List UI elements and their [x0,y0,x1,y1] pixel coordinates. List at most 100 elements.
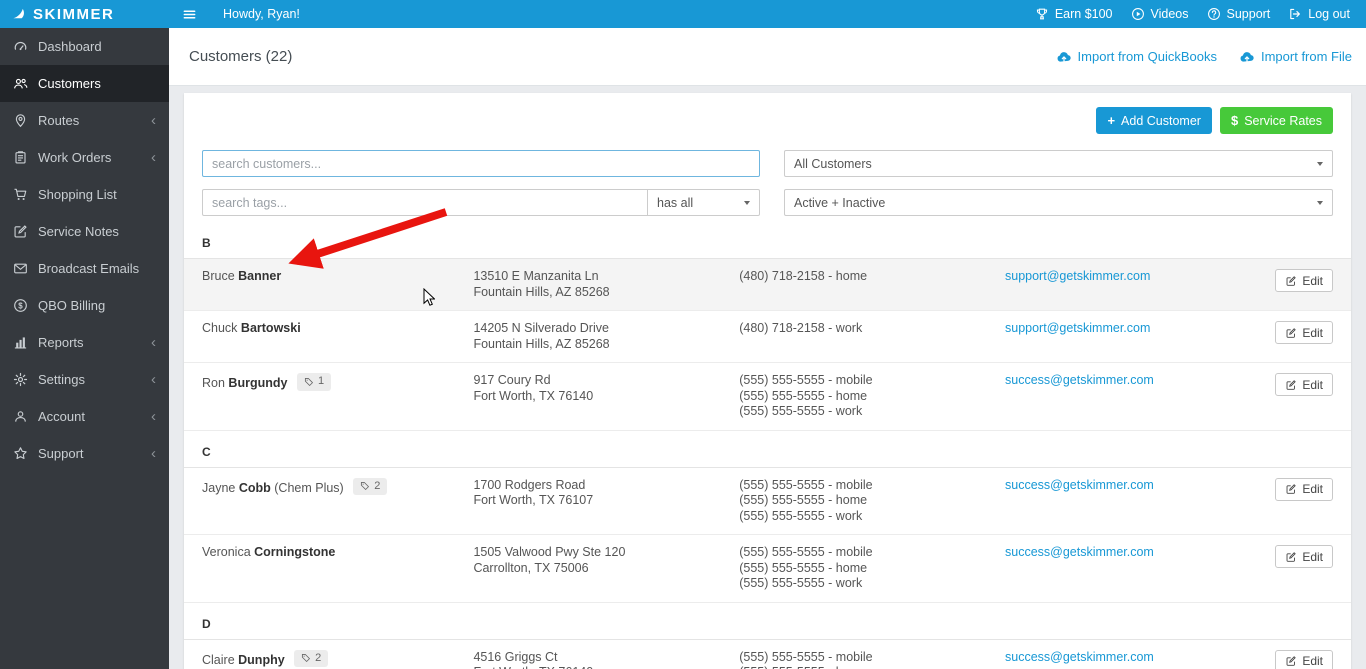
phone-line: (555) 555-5555 - mobile [739,477,873,492]
cloud-upload-icon [1239,49,1255,65]
customer-list: B Bruce Banner 13510 E Manzanita Ln Fount… [184,222,1351,669]
phone-line: (555) 555-5555 - mobile [739,649,873,664]
chevron-left-icon: ‹ [151,112,156,129]
search-tags-input[interactable] [202,189,648,216]
speedometer-icon [13,39,28,54]
topbar-link-label: Earn $100 [1054,7,1113,21]
edit-button-label: Edit [1302,325,1323,340]
add-customer-label: Add Customer [1121,113,1201,128]
app-logo[interactable]: SKIMMER [0,0,169,28]
tags-mode-value: has all [657,195,694,210]
topbar-link-videos[interactable]: Videos [1131,7,1189,21]
edit-customer-button[interactable]: Edit [1275,649,1333,669]
sidebar-item-label: Broadcast Emails [38,261,140,276]
import-from-file-link[interactable]: Import from File [1239,49,1352,65]
tags-mode-dropdown[interactable]: has all [647,189,760,216]
sidebar-item-label: Reports [38,335,84,350]
status-filter-select[interactable]: Active + Inactive [784,189,1333,216]
topbar-link-earn-100[interactable]: Earn $100 [1035,7,1113,21]
sidebar-item-reports[interactable]: Reports ‹ [0,324,169,361]
sidebar-item-qbo-billing[interactable]: QBO Billing [0,287,169,324]
sidebar-item-label: Account [38,409,85,424]
customer-email-link[interactable]: support@getskimmer.com [1005,269,1150,283]
tag-icon [304,377,314,387]
tag-icon [360,481,370,491]
customer-name: Chuck Bartowski [202,321,473,352]
pencil-square-icon [13,224,28,239]
sidebar-item-dashboard[interactable]: Dashboard [0,28,169,65]
gear-icon [13,372,28,387]
customer-row[interactable]: Veronica Corningstone 1505 Valwood Pwy S… [184,535,1351,603]
header-import-links: Import from QuickBooks Import from File [1056,49,1352,65]
cloud-upload-icon [1056,49,1072,65]
sidebar-item-service-notes[interactable]: Service Notes [0,213,169,250]
customer-filter-value: All Customers [794,156,872,171]
customer-filter-select[interactable]: All Customers [784,150,1333,177]
customer-first-name: Jayne [202,480,236,495]
sidebar-item-routes[interactable]: Routes ‹ [0,102,169,139]
sidebar-item-label: Settings [38,372,85,387]
menu-toggle-button[interactable] [182,7,197,22]
customer-address: 13510 E Manzanita Ln Fountain Hills, AZ 8… [473,269,739,300]
sidebar-item-account[interactable]: Account ‹ [0,398,169,435]
sidebar-item-customers[interactable]: Customers [0,65,169,102]
brand-name: SKIMMER [33,5,115,23]
dollar-icon: $ [1230,113,1239,128]
address-line: Fort Worth, TX 76140 [473,388,594,403]
edit-customer-button[interactable]: Edit [1275,269,1333,292]
topbar-link-log-out[interactable]: Log out [1288,7,1350,21]
customer-name: Ron Burgundy 1 [202,373,473,420]
sidebar-nav: Dashboard Customers Routes ‹ Work Orders… [0,28,169,669]
customer-name: Bruce Banner [202,269,473,300]
service-rates-button[interactable]: $ Service Rates [1219,107,1333,134]
customer-row[interactable]: Ron Burgundy 1 917 Coury Rd Fort Worth, T… [184,363,1351,431]
customer-name: Claire Dunphy 2 [202,649,473,669]
customer-row[interactable]: Claire Dunphy 2 4516 Griggs CtFort Worth… [184,640,1351,669]
customer-name-suffix: (Chem Plus) [274,480,344,495]
customer-last-name: Corningstone [254,545,336,559]
customer-phones: (555) 555-5555 - mobile(555) 555-5555 - … [739,650,1005,669]
pencil-square-icon [1285,655,1297,667]
pencil-square-icon [1285,551,1297,563]
phone-line: (480) 718-2158 - work [739,321,863,335]
sidebar-item-work-orders[interactable]: Work Orders ‹ [0,139,169,176]
customers-card: + Add Customer $ Service Rates All Custome… [184,93,1351,669]
add-customer-button[interactable]: + Add Customer [1096,107,1212,134]
import-from-quickbooks-link[interactable]: Import from QuickBooks [1056,49,1217,65]
customer-email-link[interactable]: success@getskimmer.com [1005,650,1154,664]
edit-customer-button[interactable]: Edit [1275,373,1333,396]
customer-row[interactable]: Jayne Cobb (Chem Plus) 2 1700 Rodgers Ro… [184,468,1351,535]
topbar-link-support[interactable]: Support [1207,7,1270,21]
customer-email-link[interactable]: support@getskimmer.com [1005,321,1150,335]
sidebar-item-broadcast-emails[interactable]: Broadcast Emails [0,250,169,287]
page-header: Customers (22) Import from QuickBooks Im… [169,28,1366,86]
chevron-left-icon: ‹ [151,334,156,351]
chevron-left-icon: ‹ [151,445,156,462]
customer-email-link[interactable]: success@getskimmer.com [1005,478,1154,492]
map-pin-icon [13,113,28,128]
customer-row[interactable]: Bruce Banner 13510 E Manzanita Ln Fountai… [184,259,1351,311]
tag-count-badge: 2 [294,649,329,667]
customer-name: Veronica Corningstone [202,545,473,592]
phone-line: (555) 555-5555 - home [739,665,995,669]
sidebar-item-shopping-list[interactable]: Shopping List [0,176,169,213]
sidebar-item-settings[interactable]: Settings ‹ [0,361,169,398]
sidebar-item-label: QBO Billing [38,298,106,313]
section-letter: D [184,603,1351,640]
search-customers-input[interactable] [202,150,760,177]
edit-customer-button[interactable]: Edit [1275,321,1333,344]
topbar: SKIMMER Howdy, Ryan! Earn $100 Videos Su… [0,0,1366,28]
address-line: Fort Worth, TX 76107 [473,493,594,507]
phone-line: (480) 718-2158 - home [739,269,868,283]
clipboard-icon [13,150,28,165]
customer-email-link[interactable]: success@getskimmer.com [1005,373,1154,387]
chevron-down-icon [744,200,750,205]
sidebar-item-support[interactable]: Support ‹ [0,435,169,472]
edit-customer-button[interactable]: Edit [1275,477,1333,501]
edit-customer-button[interactable]: Edit [1275,545,1333,568]
customer-email-link[interactable]: success@getskimmer.com [1005,545,1154,559]
main-content: + Add Customer $ Service Rates All Custome… [169,86,1366,669]
customer-row[interactable]: Chuck Bartowski 14205 N Silverado Drive F… [184,311,1351,363]
cart-icon [13,187,28,202]
chevron-down-icon [1317,161,1323,166]
